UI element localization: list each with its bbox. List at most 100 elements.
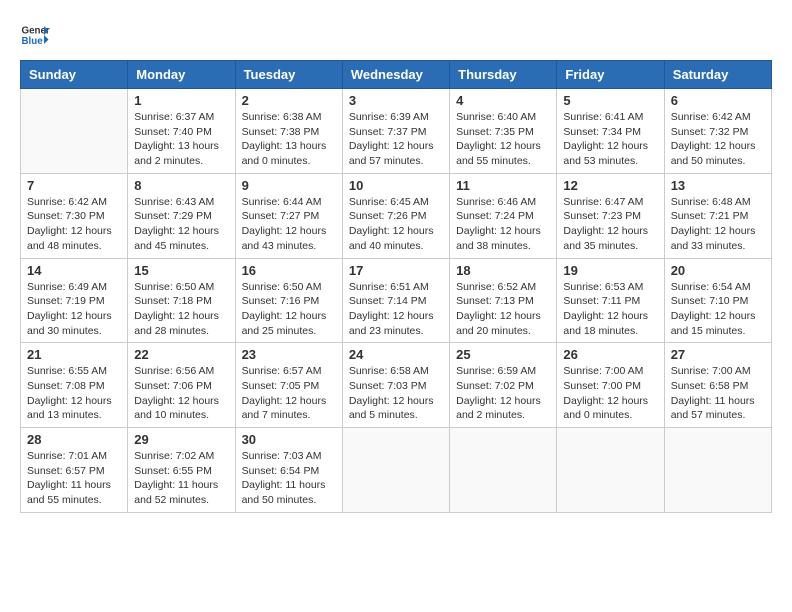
day-info: Sunrise: 6:50 AMSunset: 7:18 PMDaylight:…: [134, 280, 228, 339]
calendar-cell: 2 Sunrise: 6:38 AMSunset: 7:38 PMDaylight…: [235, 89, 342, 174]
header: General Blue: [20, 20, 772, 50]
day-info: Sunrise: 6:37 AMSunset: 7:40 PMDaylight:…: [134, 110, 228, 169]
weekday-header: Wednesday: [342, 61, 449, 89]
day-info: Sunrise: 6:48 AMSunset: 7:21 PMDaylight:…: [671, 195, 765, 254]
calendar-cell: 19 Sunrise: 6:53 AMSunset: 7:11 PMDayligh…: [557, 258, 664, 343]
day-info: Sunrise: 6:55 AMSunset: 7:08 PMDaylight:…: [27, 364, 121, 423]
day-info: Sunrise: 6:56 AMSunset: 7:06 PMDaylight:…: [134, 364, 228, 423]
day-number: 9: [242, 178, 336, 193]
day-info: Sunrise: 7:00 AMSunset: 6:58 PMDaylight:…: [671, 364, 765, 423]
day-info: Sunrise: 6:41 AMSunset: 7:34 PMDaylight:…: [563, 110, 657, 169]
day-info: Sunrise: 6:50 AMSunset: 7:16 PMDaylight:…: [242, 280, 336, 339]
day-number: 15: [134, 263, 228, 278]
calendar-cell: 14 Sunrise: 6:49 AMSunset: 7:19 PMDayligh…: [21, 258, 128, 343]
calendar-cell: 22 Sunrise: 6:56 AMSunset: 7:06 PMDayligh…: [128, 343, 235, 428]
calendar-cell: 25Sunrise: 6:59 AMSunset: 7:02 PMDayligh…: [450, 343, 557, 428]
calendar-cell: 18Sunrise: 6:52 AMSunset: 7:13 PMDayligh…: [450, 258, 557, 343]
weekday-header: Saturday: [664, 61, 771, 89]
calendar-cell: 16 Sunrise: 6:50 AMSunset: 7:16 PMDayligh…: [235, 258, 342, 343]
calendar-cell: [557, 428, 664, 513]
calendar-cell: 5Sunrise: 6:41 AMSunset: 7:34 PMDaylight…: [557, 89, 664, 174]
calendar-cell: [450, 428, 557, 513]
day-number: 29: [134, 432, 228, 447]
day-info: Sunrise: 6:42 AMSunset: 7:32 PMDaylight:…: [671, 110, 765, 169]
day-number: 10: [349, 178, 443, 193]
day-info: Sunrise: 6:40 AMSunset: 7:35 PMDaylight:…: [456, 110, 550, 169]
calendar-cell: 6Sunrise: 6:42 AMSunset: 7:32 PMDaylight…: [664, 89, 771, 174]
calendar-cell: 1 Sunrise: 6:37 AMSunset: 7:40 PMDaylight…: [128, 89, 235, 174]
calendar-cell: 11 Sunrise: 6:46 AMSunset: 7:24 PMDayligh…: [450, 173, 557, 258]
day-info: Sunrise: 6:54 AMSunset: 7:10 PMDaylight:…: [671, 280, 765, 339]
day-number: 30: [242, 432, 336, 447]
day-info: Sunrise: 6:49 AMSunset: 7:19 PMDaylight:…: [27, 280, 121, 339]
day-number: 28: [27, 432, 121, 447]
day-info: Sunrise: 6:51 AMSunset: 7:14 PMDaylight:…: [349, 280, 443, 339]
logo: General Blue: [20, 20, 50, 50]
weekday-header: Tuesday: [235, 61, 342, 89]
calendar-cell: 29 Sunrise: 7:02 AMSunset: 6:55 PMDayligh…: [128, 428, 235, 513]
calendar-cell: 3Sunrise: 6:39 AMSunset: 7:37 PMDaylight…: [342, 89, 449, 174]
day-number: 22: [134, 347, 228, 362]
day-number: 7: [27, 178, 121, 193]
day-number: 12: [563, 178, 657, 193]
day-number: 24: [349, 347, 443, 362]
calendar-cell: 12 Sunrise: 6:47 AMSunset: 7:23 PMDayligh…: [557, 173, 664, 258]
day-number: 8: [134, 178, 228, 193]
day-info: Sunrise: 7:02 AMSunset: 6:55 PMDaylight:…: [134, 449, 228, 508]
day-info: Sunrise: 6:53 AMSunset: 7:11 PMDaylight:…: [563, 280, 657, 339]
calendar-cell: 30 Sunrise: 7:03 AMSunset: 6:54 PMDayligh…: [235, 428, 342, 513]
calendar-cell: 10Sunrise: 6:45 AMSunset: 7:26 PMDayligh…: [342, 173, 449, 258]
day-number: 17: [349, 263, 443, 278]
weekday-header: Sunday: [21, 61, 128, 89]
day-number: 16: [242, 263, 336, 278]
day-info: Sunrise: 7:00 AMSunset: 7:00 PMDaylight:…: [563, 364, 657, 423]
day-info: Sunrise: 6:58 AMSunset: 7:03 PMDaylight:…: [349, 364, 443, 423]
day-number: 21: [27, 347, 121, 362]
calendar-cell: 27 Sunrise: 7:00 AMSunset: 6:58 PMDayligh…: [664, 343, 771, 428]
calendar-header-row: SundayMondayTuesdayWednesdayThursdayFrid…: [21, 61, 772, 89]
day-number: 3: [349, 93, 443, 108]
calendar-cell: 26 Sunrise: 7:00 AMSunset: 7:00 PMDayligh…: [557, 343, 664, 428]
day-info: Sunrise: 6:46 AMSunset: 7:24 PMDaylight:…: [456, 195, 550, 254]
day-number: 27: [671, 347, 765, 362]
day-number: 19: [563, 263, 657, 278]
calendar-cell: [664, 428, 771, 513]
day-number: 26: [563, 347, 657, 362]
calendar-week-row: 7 Sunrise: 6:42 AMSunset: 7:30 PMDaylight…: [21, 173, 772, 258]
calendar-cell: 24 Sunrise: 6:58 AMSunset: 7:03 PMDayligh…: [342, 343, 449, 428]
weekday-header: Monday: [128, 61, 235, 89]
weekday-header: Friday: [557, 61, 664, 89]
calendar: SundayMondayTuesdayWednesdayThursdayFrid…: [20, 60, 772, 513]
svg-text:Blue: Blue: [22, 36, 44, 47]
day-info: Sunrise: 6:43 AMSunset: 7:29 PMDaylight:…: [134, 195, 228, 254]
calendar-cell: 21 Sunrise: 6:55 AMSunset: 7:08 PMDayligh…: [21, 343, 128, 428]
day-number: 11: [456, 178, 550, 193]
day-info: Sunrise: 6:44 AMSunset: 7:27 PMDaylight:…: [242, 195, 336, 254]
calendar-cell: 15 Sunrise: 6:50 AMSunset: 7:18 PMDayligh…: [128, 258, 235, 343]
calendar-cell: [342, 428, 449, 513]
day-number: 18: [456, 263, 550, 278]
logo-icon: General Blue: [20, 20, 50, 50]
calendar-cell: 20 Sunrise: 6:54 AMSunset: 7:10 PMDayligh…: [664, 258, 771, 343]
day-info: Sunrise: 6:59 AMSunset: 7:02 PMDaylight:…: [456, 364, 550, 423]
day-info: Sunrise: 7:01 AMSunset: 6:57 PMDaylight:…: [27, 449, 121, 508]
calendar-cell: 7 Sunrise: 6:42 AMSunset: 7:30 PMDaylight…: [21, 173, 128, 258]
day-info: Sunrise: 7:03 AMSunset: 6:54 PMDaylight:…: [242, 449, 336, 508]
calendar-week-row: 21 Sunrise: 6:55 AMSunset: 7:08 PMDayligh…: [21, 343, 772, 428]
day-info: Sunrise: 6:38 AMSunset: 7:38 PMDaylight:…: [242, 110, 336, 169]
calendar-cell: [21, 89, 128, 174]
day-info: Sunrise: 6:42 AMSunset: 7:30 PMDaylight:…: [27, 195, 121, 254]
calendar-cell: 28 Sunrise: 7:01 AMSunset: 6:57 PMDayligh…: [21, 428, 128, 513]
calendar-cell: 4 Sunrise: 6:40 AMSunset: 7:35 PMDaylight…: [450, 89, 557, 174]
day-info: Sunrise: 6:57 AMSunset: 7:05 PMDaylight:…: [242, 364, 336, 423]
day-number: 4: [456, 93, 550, 108]
day-number: 2: [242, 93, 336, 108]
calendar-week-row: 14 Sunrise: 6:49 AMSunset: 7:19 PMDayligh…: [21, 258, 772, 343]
day-number: 1: [134, 93, 228, 108]
day-number: 20: [671, 263, 765, 278]
day-number: 23: [242, 347, 336, 362]
calendar-cell: 13Sunrise: 6:48 AMSunset: 7:21 PMDayligh…: [664, 173, 771, 258]
day-number: 14: [27, 263, 121, 278]
day-info: Sunrise: 6:47 AMSunset: 7:23 PMDaylight:…: [563, 195, 657, 254]
calendar-cell: 8 Sunrise: 6:43 AMSunset: 7:29 PMDaylight…: [128, 173, 235, 258]
